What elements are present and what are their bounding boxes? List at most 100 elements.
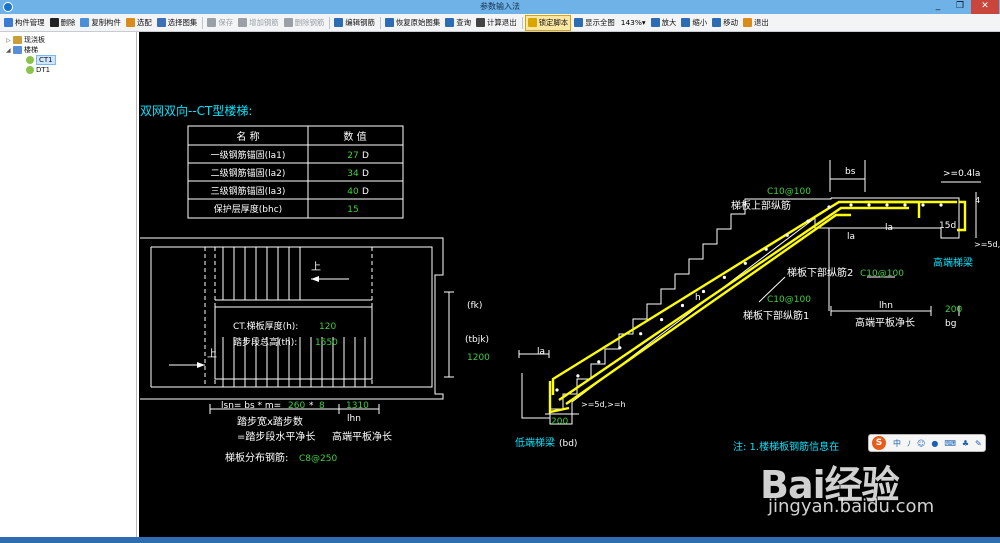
list-icon <box>4 18 13 27</box>
ime-keyboard-icon[interactable]: ⌨ <box>944 439 956 448</box>
save-icon <box>207 18 217 27</box>
toolbar-label: 查询 <box>456 18 472 27</box>
table-cell-value[interactable]: 15 <box>347 205 358 215</box>
lhn-section-label: lhn <box>879 301 893 311</box>
zoom-out-icon <box>681 18 691 27</box>
expand-icon[interactable]: ▷ <box>6 37 13 44</box>
toolbar-exit-button[interactable]: 退出 <box>741 15 771 31</box>
distribution-rebar-dot <box>939 203 943 207</box>
toolbar-atlas-button[interactable]: 选择图集 <box>155 15 200 31</box>
bs-value: 260 <box>288 401 305 411</box>
toolbar-fit-view-button[interactable]: 显示全图 <box>572 15 617 31</box>
zoom-value: 143% <box>620 18 642 27</box>
toolbar-label: 选配 <box>136 18 152 27</box>
thickness-value: 120 <box>319 322 336 332</box>
ime-tools-icon[interactable]: ✎ <box>975 439 982 448</box>
os-taskbar <box>0 537 1000 543</box>
distribution-rebar-dot <box>743 261 747 265</box>
distribution-rebar-dot <box>722 275 727 279</box>
note-text: 注: 1.楼梯板钢筋信息在 <box>733 440 839 453</box>
toolbar-select-button[interactable]: 选配 <box>124 15 154 31</box>
ime-skin-icon[interactable]: ♣ <box>962 439 969 448</box>
table-cell-unit: D <box>362 187 369 197</box>
component-tree: ▷ 现浇板 ◢ 楼梯 CT1 DT1 <box>0 32 137 537</box>
h-label: h <box>695 293 701 303</box>
table-cell-name: 二级钢筋锚固(la2) <box>211 167 286 179</box>
toolbar-save-button[interactable]: 保存 <box>205 15 235 31</box>
toolbar-query-button[interactable]: 查询 <box>443 15 473 31</box>
toolbar-lock-button[interactable]: 锁定脚本 <box>524 14 572 31</box>
toolbar-zoom-in-button[interactable]: 放大 <box>649 15 679 31</box>
toolbar-add-rebar-button[interactable]: 增加钢筋 <box>236 15 281 31</box>
distribution-rebar-dot <box>597 360 601 364</box>
m-value: 8 <box>319 401 325 411</box>
toolbar-list-button[interactable]: 构件管理 <box>2 15 47 31</box>
cover-5d-label: >=5d,>=h <box>974 240 1000 249</box>
distribution-rebar-dot <box>806 219 810 223</box>
collapse-icon[interactable]: ◢ <box>6 47 13 54</box>
lower2-label: 梯板下部纵筋2 <box>787 266 853 279</box>
toolbar-edit-rebar-button[interactable]: 编辑钢筋 <box>332 15 377 31</box>
delete-rebar-icon <box>283 18 293 27</box>
drawing-canvas[interactable]: 双网双向--CT型楼梯: 名 称 数 值 一级钢筋锚固(la1) 27 D 二级钢筋锚… <box>139 32 1000 537</box>
toolbar-label: 编辑钢筋 <box>345 18 375 27</box>
high-beam-label: 高端梯梁 <box>933 256 973 269</box>
add-rebar-icon <box>238 18 248 27</box>
table-cell-name: 三级钢筋锚固(la3) <box>211 185 286 197</box>
toolbar-copy-button[interactable]: 复制构件 <box>78 15 123 31</box>
calc-icon <box>476 18 486 27</box>
toolbar-separator <box>202 16 204 29</box>
distribution-rebar-dot <box>921 203 925 207</box>
folder-icon <box>13 36 22 44</box>
fk-label: (fk) <box>467 301 482 311</box>
table-cell-value[interactable]: 27 <box>347 151 358 161</box>
tree-node-dt1[interactable]: DT1 <box>26 66 50 74</box>
toolbar-label: 删除 <box>60 18 76 27</box>
table-cell-value[interactable]: 34 <box>347 169 359 179</box>
toolbar-move-button[interactable]: 移动 <box>710 15 740 31</box>
stairs-icon <box>13 46 22 54</box>
restore-icon <box>384 18 394 27</box>
fit-view-icon <box>574 18 584 27</box>
main-toolbar: 构件管理 删除 复制构件 选配 选择图集 保存 增加钢筋 删除钢筋 编辑钢筋 恢复原始图集 查询 计算… <box>0 14 1000 32</box>
ime-lang-button[interactable]: 中 <box>893 438 901 449</box>
dim-4-label: 4 <box>975 196 980 205</box>
tree-node-label: 楼梯 <box>24 46 38 54</box>
close-button[interactable]: ✕ <box>971 0 999 14</box>
tree-node-ct1[interactable]: CT1 <box>26 55 56 65</box>
distribution-rebar-dot <box>785 233 789 237</box>
ime-emoji-icon[interactable]: ☺ <box>917 439 925 448</box>
distribution-rebar-dot <box>680 303 685 308</box>
lower2-value: C10@100 <box>860 269 904 279</box>
app-window: 参数输入法 _ ❐ ✕ 构件管理 删除 复制构件 选配 选择图集 保存 增加钢筋 删除钢筋 编辑… <box>0 0 1000 543</box>
up-label-bottom: 上 <box>207 348 217 360</box>
toolbar-restore-button[interactable]: 恢复原始图集 <box>383 15 442 31</box>
tree-node-slab[interactable]: ▷ 现浇板 <box>6 35 45 45</box>
move-icon <box>712 18 722 27</box>
toolbar-zoom-out-button[interactable]: 缩小 <box>679 15 709 31</box>
toolbar-calc-button[interactable]: 计算退出 <box>474 15 519 31</box>
toolbar-delete-rebar-button[interactable]: 删除钢筋 <box>282 15 327 31</box>
distribution-rebar-dot <box>867 203 871 207</box>
minimize-button[interactable]: _ <box>927 0 949 14</box>
zoom-select[interactable]: 143% ▾ <box>618 18 649 27</box>
tbjk-label: (tbjk) <box>465 335 489 345</box>
window-title: 参数输入法 <box>480 2 520 11</box>
low-bd-label: (bd) <box>559 439 577 449</box>
la-label-2: la <box>885 223 893 233</box>
up-arrow-head <box>197 362 205 368</box>
restore-button[interactable]: ❐ <box>949 0 971 14</box>
toolbar-label: 锁定脚本 <box>538 18 569 27</box>
toolbar-label: 移动 <box>723 18 738 27</box>
title-bar: 参数输入法 _ ❐ ✕ <box>0 0 1000 14</box>
ime-voice-icon[interactable]: ● <box>931 439 938 448</box>
toolbar-delete-x-button[interactable]: 删除 <box>48 15 78 31</box>
tree-node-stairs[interactable]: ◢ 楼梯 <box>6 45 38 55</box>
height-value: 1550 <box>315 338 338 348</box>
distribution-rebar-dot <box>849 203 853 207</box>
ime-punct-icon[interactable]: ﾉ <box>907 438 911 449</box>
la-label-1: la <box>847 232 855 242</box>
ime-toolbar[interactable]: S 中 ﾉ ☺ ● ⌨ ♣ ✎ <box>868 434 986 452</box>
table-cell-value[interactable]: 40 <box>347 187 359 197</box>
distribution-rebar-dot <box>618 346 622 350</box>
